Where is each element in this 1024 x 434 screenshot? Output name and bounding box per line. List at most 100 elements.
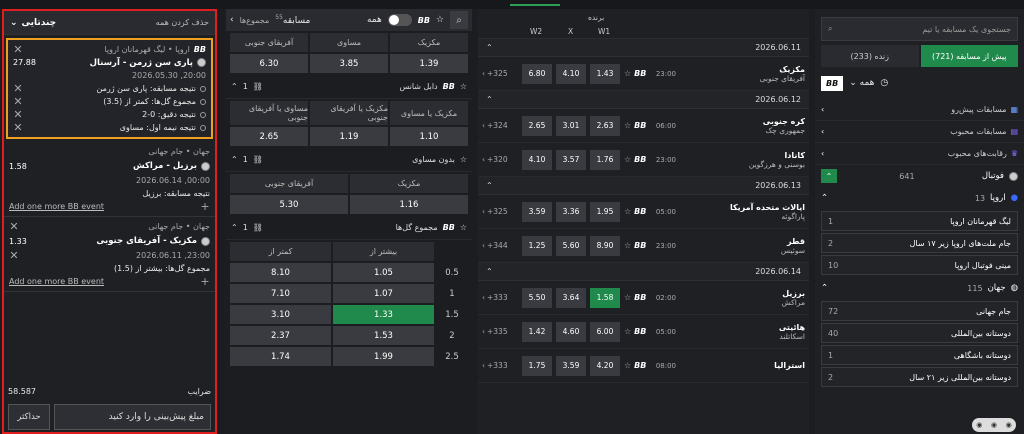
date-header[interactable]: ⌃ 2026.06.12 [478, 91, 809, 109]
more-markets-button[interactable]: ‹ +325 [482, 207, 518, 216]
odd-button[interactable]: 1.74 [230, 347, 331, 366]
odd-button[interactable]: 2.65 [230, 127, 308, 146]
odd-w2[interactable]: 5.50 [522, 287, 552, 308]
odd-x[interactable]: 4.60 [556, 321, 586, 342]
odd-w2[interactable]: 2.65 [522, 115, 552, 136]
add-icon[interactable]: + [200, 275, 210, 288]
odd-x[interactable]: 3.64 [556, 287, 586, 308]
region-world[interactable]: ⌃ 115 جهان ◍ [815, 277, 1024, 299]
odd-button[interactable]: 1.07 [333, 284, 434, 303]
match-row[interactable]: ‹ +335 1.42 4.60 6.00 ☆ BB 05:00 هائیتی اسکاتلند [478, 315, 809, 349]
star-icon[interactable]: ☆ [624, 155, 631, 164]
add-bb-event-link[interactable]: Add one more BB event [9, 202, 104, 211]
more-markets-button[interactable]: ‹ +325 [482, 69, 518, 78]
sidebar-item-upcoming[interactable]: ‹ مسابقات پیش‌رو ▦ [815, 99, 1024, 121]
odd-button[interactable]: 3.85 [310, 54, 388, 73]
odd-button[interactable]: 1.19 [310, 127, 388, 146]
tab-totals[interactable]: مجموع‌ها [240, 16, 270, 25]
odd-w1[interactable]: 1.95 [590, 201, 620, 222]
odd-x[interactable]: 3.36 [556, 201, 586, 222]
odd-w2[interactable]: 6.80 [522, 63, 552, 84]
odd-x[interactable]: 3.59 [556, 355, 586, 376]
odd-w2[interactable]: 1.75 [522, 355, 552, 376]
more-markets-button[interactable]: ‹ +344 [482, 241, 518, 250]
double-chance-header[interactable]: ⌃ 1 ⛓ دابل شانس BB ☆ [226, 75, 472, 99]
league-item[interactable]: 40 دوستانه بین‌المللی [821, 323, 1018, 343]
star-icon[interactable]: ☆ [460, 82, 467, 91]
odd-button[interactable]: 1.16 [350, 195, 468, 214]
star-icon[interactable]: ☆ [460, 223, 467, 232]
date-header[interactable]: ⌃ 2026.06.13 [478, 177, 809, 195]
star-icon[interactable]: ☆ [624, 69, 631, 78]
search-input[interactable]: ⌕ جستجوی یک مسابقه یا تیم [821, 17, 1018, 41]
remove-icon[interactable]: ✕ [9, 249, 19, 262]
star-icon[interactable]: ☆ [460, 155, 467, 164]
odd-button[interactable]: 1.10 [390, 127, 468, 146]
match-row[interactable]: ‹ +320 4.10 3.57 1.76 ☆ BB 23:00 کانادا بوسنی و ه… [478, 143, 809, 177]
bet-type-dropdown[interactable]: ⌄ چندتایی [10, 18, 56, 28]
odd-x[interactable]: 3.01 [556, 115, 586, 136]
max-stake-button[interactable]: حداکثر [8, 404, 50, 430]
odd-button[interactable]: 3.10 [230, 305, 331, 324]
tab-live[interactable]: زنده (233) [821, 45, 919, 67]
odd-button[interactable]: 5.30 [230, 195, 348, 214]
match-row[interactable]: ‹ +333 5.50 3.64 1.58 ☆ BB 02:00 برزیل مراکش [478, 281, 809, 315]
odd-w1[interactable]: 2.63 [590, 115, 620, 136]
date-header[interactable]: ⌃ 2026.06.11 [478, 39, 809, 57]
more-markets-button[interactable]: ‹ +333 [482, 361, 518, 370]
remove-selection-icon[interactable]: ✕ [13, 108, 23, 121]
more-markets-button[interactable]: ‹ +320 [482, 155, 518, 164]
odd-w2[interactable]: 3.59 [522, 201, 552, 222]
odd-x[interactable]: 4.10 [556, 63, 586, 84]
remove-icon[interactable]: ✕ [9, 220, 19, 233]
odd-w1[interactable]: 6.00 [590, 321, 620, 342]
odd-w1[interactable]: 1.76 [590, 149, 620, 170]
filter-all-dropdown[interactable]: ⌄ همه [849, 78, 874, 88]
odd-button[interactable]: 7.10 [230, 284, 331, 303]
chevron-up-icon[interactable]: ⌃ [821, 169, 837, 183]
odd-button-selected[interactable]: 1.33 [333, 305, 434, 324]
clear-all-button[interactable]: حذف کردن همه [156, 18, 209, 27]
odd-button[interactable]: 6.30 [230, 54, 308, 73]
tab-prematch[interactable]: پیش از مسابقه (721) [920, 45, 1018, 67]
date-header[interactable]: ⌃ 2026.06.14 [478, 263, 809, 281]
star-icon[interactable]: ☆ [624, 293, 631, 302]
odd-button[interactable]: 1.53 [333, 326, 434, 345]
league-item[interactable]: 1 دوستانه باشگاهی [821, 345, 1018, 365]
region-europe[interactable]: ⌃ 13 اروپا ● [815, 187, 1024, 209]
odd-button[interactable]: 1.39 [390, 54, 468, 73]
odd-w1[interactable]: 1.58 [590, 287, 620, 308]
remove-selection-icon[interactable]: ✕ [13, 95, 23, 108]
match-row[interactable]: ‹ +324 2.65 3.01 2.63 ☆ BB 06:00 کره جنوبی جمهوری… [478, 109, 809, 143]
star-icon[interactable]: ☆ [624, 327, 631, 336]
more-markets-button[interactable]: ‹ +324 [482, 121, 518, 130]
league-item[interactable]: 2 جام ملت‌های اروپا زیر ۱۷ سال [821, 233, 1018, 253]
league-item[interactable]: 72 جام جهانی [821, 301, 1018, 321]
star-icon[interactable]: ☆ [624, 121, 631, 130]
odd-button[interactable]: 8.10 [230, 263, 331, 282]
no-draw-header[interactable]: ⌃ 1 ⛓ بدون مساوی ☆ [226, 148, 472, 172]
match-row[interactable]: ‹ +325 6.80 4.10 1.43 ☆ BB 23:00 مکزیک آفریقای جن… [478, 57, 809, 91]
star-icon[interactable]: ☆ [624, 241, 631, 250]
star-icon[interactable]: ☆ [624, 361, 631, 370]
star-icon[interactable]: ☆ [436, 15, 444, 25]
odd-w1[interactable]: 4.20 [590, 355, 620, 376]
league-item[interactable]: 10 مینی فوتبال اروپا [821, 255, 1018, 275]
odd-w1[interactable]: 8.90 [590, 235, 620, 256]
odd-x[interactable]: 3.57 [556, 149, 586, 170]
add-icon[interactable]: + [200, 200, 210, 213]
match-row[interactable]: ‹ +333 1.75 3.59 4.20 ☆ BB 08:00 استرالیا [478, 349, 809, 383]
chat-widget[interactable]: ◉ ◉ ◉ [972, 418, 1016, 432]
odd-w2[interactable]: 1.42 [522, 321, 552, 342]
odd-x[interactable]: 5.60 [556, 235, 586, 256]
chevron-left-icon[interactable]: ‹ [230, 15, 234, 25]
remove-selection-icon[interactable]: ✕ [13, 82, 23, 95]
star-icon[interactable]: ☆ [624, 207, 631, 216]
stake-amount-input[interactable]: مبلغ پیش‌بینی را وارد کنید [54, 404, 211, 430]
league-item[interactable]: 2 دوستانه بین‌المللی زیر ۲۱ سال [821, 367, 1018, 387]
odd-button[interactable]: 2.37 [230, 326, 331, 345]
match-row[interactable]: ‹ +344 1.25 5.60 8.90 ☆ BB 23:00 قطر سوئیس [478, 229, 809, 263]
tab-match[interactable]: مسابقه55 [275, 14, 310, 26]
odd-button[interactable]: 1.05 [333, 263, 434, 282]
category-football[interactable]: ⌃ 641 فوتبال [815, 165, 1024, 187]
